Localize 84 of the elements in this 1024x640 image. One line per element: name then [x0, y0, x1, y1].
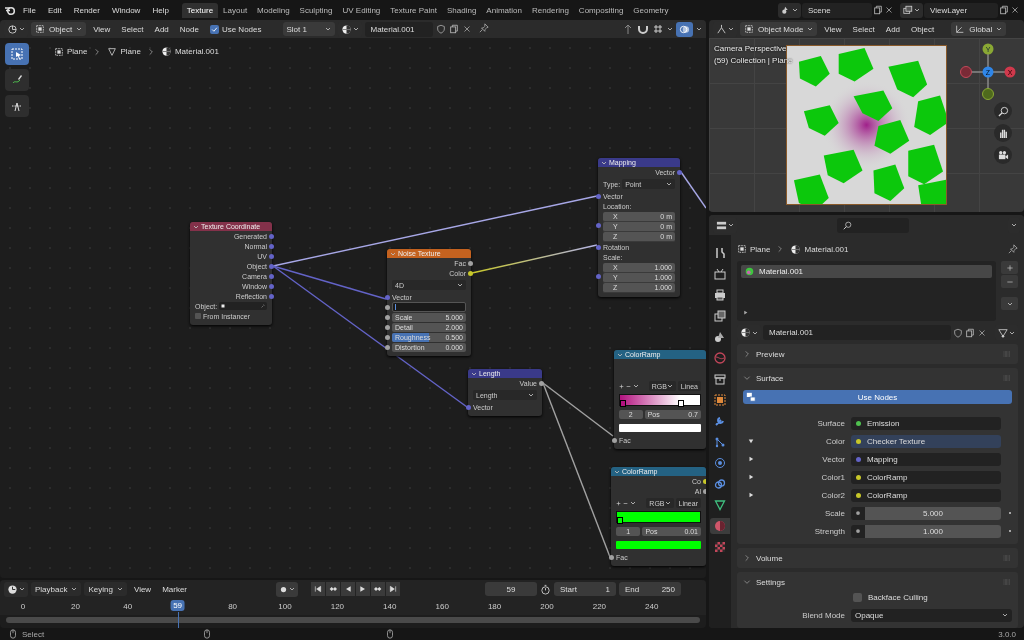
frame-tick-label: 0 — [20, 602, 26, 611]
mode-dropdown[interactable]: Object Mode — [740, 22, 818, 36]
link-field[interactable]: Mapping — [851, 452, 1001, 466]
shader-type-dropdown[interactable]: Object — [31, 22, 87, 36]
panel-title[interactable]: Surface — [756, 373, 784, 383]
frame-tick-label: 100 — [278, 602, 292, 611]
link-field[interactable]: ColorRamp — [851, 470, 1001, 484]
panel-title[interactable]: Preview — [756, 349, 785, 359]
frame-tick-label: 20 — [70, 602, 80, 611]
workspace-tab[interactable]: Texture Paint — [385, 2, 442, 18]
workspace-tab[interactable]: Geometry — [628, 2, 674, 18]
panel-title[interactable]: Settings — [756, 577, 785, 587]
breadcrumb-item[interactable]: Material.001 — [174, 47, 219, 56]
workspace-tab[interactable]: UV Editing — [337, 2, 386, 18]
checkbox-label: Backface Culling — [868, 592, 928, 602]
material-slot[interactable]: Material.001 — [741, 265, 992, 278]
menu-item[interactable]: Marker — [158, 584, 192, 594]
frame-tick-label: 220 — [592, 602, 607, 611]
workspace-tab[interactable]: Sculpting — [294, 2, 338, 18]
playhead-frame-label[interactable]: 59 — [170, 600, 186, 611]
breadcrumb-item[interactable]: Plane — [750, 244, 771, 254]
workspace-tab[interactable]: Modeling — [252, 2, 295, 18]
workspace-tab[interactable]: Compositing — [573, 2, 629, 18]
property-label: Color1 — [820, 472, 845, 482]
frame-tick-label: 240 — [645, 602, 659, 611]
dropdown[interactable]: Opaque — [851, 608, 1012, 622]
menu-item[interactable]: Help — [147, 5, 174, 15]
menu-item[interactable]: Edit — [42, 5, 67, 15]
use-nodes-button[interactable]: Use Nodes — [743, 390, 1012, 404]
property-label: Scale — [824, 508, 845, 518]
version-label: 3.0.0 — [998, 629, 1016, 639]
checkbox-label: Use Nodes — [221, 24, 262, 34]
menu-item[interactable]: View — [820, 24, 846, 34]
menu-item[interactable]: Object — [907, 24, 939, 34]
panel-title[interactable]: Volume — [756, 553, 783, 563]
property-label: Strength — [813, 526, 845, 536]
menu-item[interactable]: View — [89, 24, 115, 34]
frame-tick-label: 120 — [330, 602, 345, 611]
frame-tick-label: 200 — [540, 602, 554, 611]
end-frame-field[interactable]: End 250 — [619, 582, 681, 596]
breadcrumb-item[interactable]: Plane — [120, 47, 141, 56]
frame-tick-label: 180 — [487, 602, 502, 611]
link-field[interactable]: Checker Texture — [851, 434, 1001, 448]
number-field[interactable]: 5.000 — [865, 506, 1001, 520]
workspace-tab[interactable]: Texture — [181, 2, 219, 18]
link-field[interactable]: ColorRamp — [851, 488, 1001, 502]
property-label: Blend Mode — [801, 610, 845, 620]
property-label: Color — [824, 436, 845, 446]
workspace-tab[interactable]: Animation — [481, 2, 527, 18]
menu-item[interactable]: Add — [150, 24, 173, 34]
menu-item[interactable]: Render — [68, 5, 105, 15]
property-label: Surface — [816, 418, 845, 428]
scene-field[interactable]: Scene — [802, 2, 872, 18]
property-label: Color2 — [820, 490, 845, 500]
menu-dropdown[interactable]: Keying — [84, 582, 127, 596]
menu-item[interactable]: Window — [106, 5, 146, 15]
workspace-tab[interactable]: Shading — [442, 2, 482, 18]
number-field[interactable]: 1.000 — [865, 524, 1001, 538]
property-label: Vector — [821, 454, 845, 464]
menu-item[interactable]: Select — [117, 24, 148, 34]
menu-dropdown[interactable]: Playback — [31, 582, 82, 596]
menu-item[interactable]: File — [18, 5, 41, 15]
breadcrumb-item[interactable]: Plane — [67, 47, 88, 56]
link-field[interactable]: Emission — [851, 416, 1001, 430]
status-hint: Select — [22, 629, 45, 639]
view-layer-field[interactable]: ViewLayer — [924, 2, 998, 18]
frame-tick-label: 80 — [228, 602, 238, 611]
material-name-field[interactable]: Material.001 — [763, 325, 951, 340]
frame-tick-label: 140 — [383, 602, 397, 611]
start-frame-field[interactable]: Start 1 — [554, 582, 616, 596]
workspace-tab[interactable]: Rendering — [526, 2, 574, 18]
viewport-info-text: Camera Perspective — [714, 44, 788, 53]
breadcrumb-item[interactable]: Material.001 — [804, 244, 849, 254]
menu-item[interactable]: View — [129, 584, 156, 594]
menu-item[interactable]: Add — [881, 24, 905, 34]
material-name-field[interactable]: Material.001 — [364, 21, 433, 37]
workspace-tab[interactable]: Layout — [218, 2, 253, 18]
menu-item[interactable]: Select — [848, 24, 879, 34]
frame-tick-label: 40 — [123, 602, 133, 611]
orientation-dropdown[interactable]: Global — [951, 22, 1007, 36]
menu-item[interactable]: Node — [175, 24, 203, 34]
slot-dropdown[interactable]: Slot 1 — [282, 22, 335, 36]
frame-tick-label: 160 — [435, 602, 449, 611]
current-frame-field[interactable]: 59 — [485, 582, 537, 596]
